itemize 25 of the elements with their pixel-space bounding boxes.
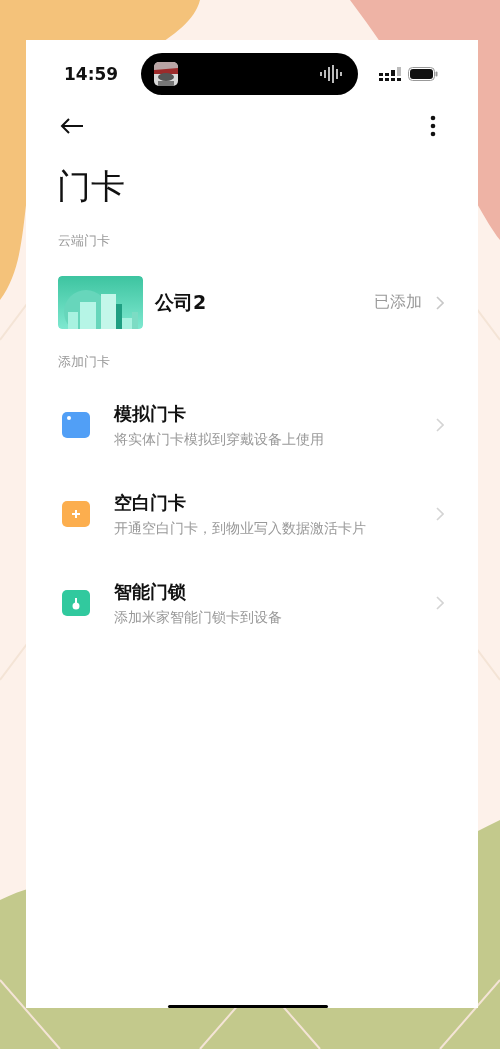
option-row[interactable]: 空白门卡 开通空白门卡，到物业写入数据激活卡片 [62,491,478,537]
option-row[interactable]: 智能门锁 添加米家智能门锁卡到设备 [62,580,478,626]
more-icon[interactable] [430,115,436,137]
chevron-icon [436,418,444,432]
battery-icon [408,67,438,81]
section-heading: 云端门卡 [58,232,110,250]
card-status: 已添加 [374,292,422,313]
option-row[interactable]: 模拟门卡 将实体门卡模拟到穿戴设备上使用 [62,402,478,448]
card-name: 公司2 [155,289,207,315]
option-description: 开通空白门卡，到物业写入数据激活卡片 [114,519,367,537]
option-description: 将实体门卡模拟到穿戴设备上使用 [114,430,325,448]
option-title: 智能门锁 [114,580,187,604]
card-row[interactable]: 公司2 已添加 [58,276,478,329]
option-description: 添加米家智能门锁卡到设备 [114,608,283,626]
signal-icon [379,67,401,81]
chevron-icon [436,507,444,521]
page-title: 门卡 [57,165,125,208]
option-title: 空白门卡 [114,491,187,515]
chevron-icon [436,596,444,610]
chevron-icon [436,295,444,310]
status-time: 14:59 [64,64,120,84]
section-heading: 添加门卡 [58,353,110,371]
option-title: 模拟门卡 [114,402,187,426]
sound-wave-icon [320,65,344,83]
back-icon[interactable] [60,117,84,135]
